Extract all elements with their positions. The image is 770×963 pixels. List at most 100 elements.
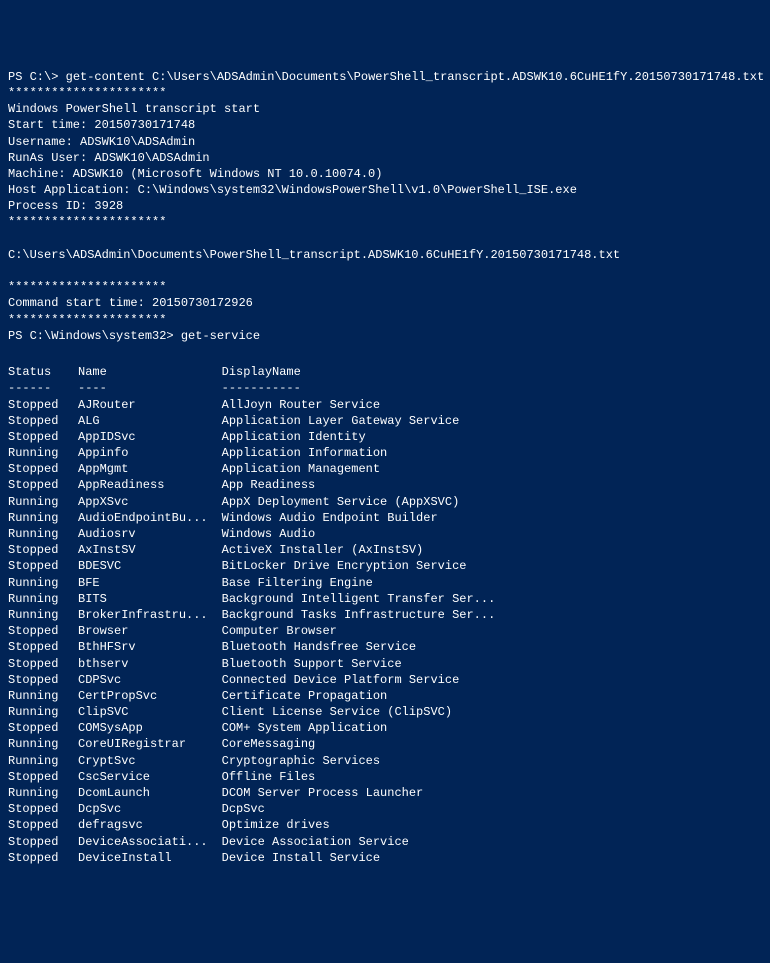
service-status: Running bbox=[8, 688, 78, 704]
service-status: Stopped bbox=[8, 639, 78, 655]
service-name: CscService bbox=[78, 769, 222, 785]
service-name: CoreUIRegistrar bbox=[78, 736, 222, 752]
service-status: Running bbox=[8, 494, 78, 510]
service-name: Browser bbox=[78, 623, 222, 639]
separator: ********************** bbox=[8, 279, 762, 295]
table-row: RunningAudioEndpointBu...Windows Audio E… bbox=[8, 510, 509, 526]
service-name: DcomLaunch bbox=[78, 785, 222, 801]
service-displayname: Device Association Service bbox=[222, 834, 510, 850]
table-row: RunningCertPropSvcCertificate Propagatio… bbox=[8, 688, 509, 704]
service-status: Stopped bbox=[8, 558, 78, 574]
service-name: AudioEndpointBu... bbox=[78, 510, 222, 526]
table-row: RunningCryptSvcCryptographic Services bbox=[8, 753, 509, 769]
transcript-machine: Machine: ADSWK10 (Microsoft Windows NT 1… bbox=[8, 166, 762, 182]
service-status: Running bbox=[8, 526, 78, 542]
table-row: StoppedAxInstSVActiveX Installer (AxInst… bbox=[8, 542, 509, 558]
separator: ********************** bbox=[8, 312, 762, 328]
service-status: Stopped bbox=[8, 850, 78, 866]
service-displayname: Device Install Service bbox=[222, 850, 510, 866]
service-name: bthserv bbox=[78, 656, 222, 672]
service-status: Stopped bbox=[8, 542, 78, 558]
service-name: BITS bbox=[78, 591, 222, 607]
service-displayname: ActiveX Installer (AxInstSV) bbox=[222, 542, 510, 558]
service-displayname: Application Identity bbox=[222, 429, 510, 445]
service-name: DcpSvc bbox=[78, 801, 222, 817]
table-row: StoppedAppIDSvcApplication Identity bbox=[8, 429, 509, 445]
service-status: Running bbox=[8, 591, 78, 607]
table-row: StoppedBthHFSrvBluetooth Handsfree Servi… bbox=[8, 639, 509, 655]
service-displayname: Optimize drives bbox=[222, 817, 510, 833]
service-name: DeviceInstall bbox=[78, 850, 222, 866]
service-name: Appinfo bbox=[78, 445, 222, 461]
transcript-runas: RunAs User: ADSWK10\ADSAdmin bbox=[8, 150, 762, 166]
service-status: Running bbox=[8, 785, 78, 801]
transcript-file-path: C:\Users\ADSAdmin\Documents\PowerShell_t… bbox=[8, 247, 762, 263]
transcript-start-time: Start time: 20150730171748 bbox=[8, 117, 762, 133]
table-row: StoppedCscServiceOffline Files bbox=[8, 769, 509, 785]
service-displayname: AllJoyn Router Service bbox=[222, 397, 510, 413]
service-status: Stopped bbox=[8, 834, 78, 850]
service-table: StatusNameDisplayName ------------------… bbox=[8, 364, 509, 866]
command-text: get-service bbox=[181, 329, 260, 343]
transcript-host-app: Host Application: C:\Windows\system32\Wi… bbox=[8, 182, 762, 198]
table-row: StoppedAJRouterAllJoyn Router Service bbox=[8, 397, 509, 413]
service-status: Stopped bbox=[8, 817, 78, 833]
table-row: StoppedDeviceInstallDevice Install Servi… bbox=[8, 850, 509, 866]
table-row: RunningCoreUIRegistrarCoreMessaging bbox=[8, 736, 509, 752]
service-status: Stopped bbox=[8, 461, 78, 477]
service-displayname: Background Intelligent Transfer Ser... bbox=[222, 591, 510, 607]
service-status: Stopped bbox=[8, 397, 78, 413]
service-name: CryptSvc bbox=[78, 753, 222, 769]
service-status: Stopped bbox=[8, 413, 78, 429]
service-name: AppMgmt bbox=[78, 461, 222, 477]
service-status: Stopped bbox=[8, 656, 78, 672]
service-name: AppXSvc bbox=[78, 494, 222, 510]
service-displayname: DCOM Server Process Launcher bbox=[222, 785, 510, 801]
table-row: RunningAppXSvcAppX Deployment Service (A… bbox=[8, 494, 509, 510]
table-row: StoppeddefragsvcOptimize drives bbox=[8, 817, 509, 833]
table-row: StoppedCOMSysAppCOM+ System Application bbox=[8, 720, 509, 736]
service-status: Running bbox=[8, 753, 78, 769]
header-status: Status bbox=[8, 364, 78, 380]
service-status: Running bbox=[8, 607, 78, 623]
table-header-row: StatusNameDisplayName bbox=[8, 364, 509, 380]
service-name: defragsvc bbox=[78, 817, 222, 833]
service-name: CertPropSvc bbox=[78, 688, 222, 704]
service-status: Stopped bbox=[8, 623, 78, 639]
table-row: StoppedAppMgmtApplication Management bbox=[8, 461, 509, 477]
service-status: Running bbox=[8, 575, 78, 591]
transcript-title: Windows PowerShell transcript start bbox=[8, 101, 762, 117]
service-name: AxInstSV bbox=[78, 542, 222, 558]
service-status: Stopped bbox=[8, 429, 78, 445]
service-displayname: Connected Device Platform Service bbox=[222, 672, 510, 688]
service-displayname: Bluetooth Handsfree Service bbox=[222, 639, 510, 655]
service-name: COMSysApp bbox=[78, 720, 222, 736]
service-status: Running bbox=[8, 736, 78, 752]
service-name: BFE bbox=[78, 575, 222, 591]
service-name: BDESVC bbox=[78, 558, 222, 574]
service-status: Stopped bbox=[8, 672, 78, 688]
prompt-path: PS C:\> bbox=[8, 70, 58, 84]
service-displayname: Application Information bbox=[222, 445, 510, 461]
service-displayname: AppX Deployment Service (AppXSVC) bbox=[222, 494, 510, 510]
service-displayname: Application Layer Gateway Service bbox=[222, 413, 510, 429]
service-status: Stopped bbox=[8, 477, 78, 493]
service-displayname: Computer Browser bbox=[222, 623, 510, 639]
service-name: CDPSvc bbox=[78, 672, 222, 688]
service-displayname: Bluetooth Support Service bbox=[222, 656, 510, 672]
table-row: RunningClipSVCClient License Service (Cl… bbox=[8, 704, 509, 720]
service-displayname: Cryptographic Services bbox=[222, 753, 510, 769]
service-name: BrokerInfrastru... bbox=[78, 607, 222, 623]
table-row: StoppedALGApplication Layer Gateway Serv… bbox=[8, 413, 509, 429]
service-name: BthHFSrv bbox=[78, 639, 222, 655]
service-displayname: Background Tasks Infrastructure Ser... bbox=[222, 607, 510, 623]
service-displayname: COM+ System Application bbox=[222, 720, 510, 736]
service-status: Stopped bbox=[8, 801, 78, 817]
terminal-output: PS C:\> get-content C:\Users\ADSAdmin\Do… bbox=[8, 69, 762, 882]
service-displayname: BitLocker Drive Encryption Service bbox=[222, 558, 510, 574]
transcript-username: Username: ADSWK10\ADSAdmin bbox=[8, 134, 762, 150]
command-text: get-content C:\Users\ADSAdmin\Documents\… bbox=[66, 70, 765, 84]
table-row: StoppedbthservBluetooth Support Service bbox=[8, 656, 509, 672]
service-displayname: Windows Audio Endpoint Builder bbox=[222, 510, 510, 526]
table-row: RunningBFEBase Filtering Engine bbox=[8, 575, 509, 591]
